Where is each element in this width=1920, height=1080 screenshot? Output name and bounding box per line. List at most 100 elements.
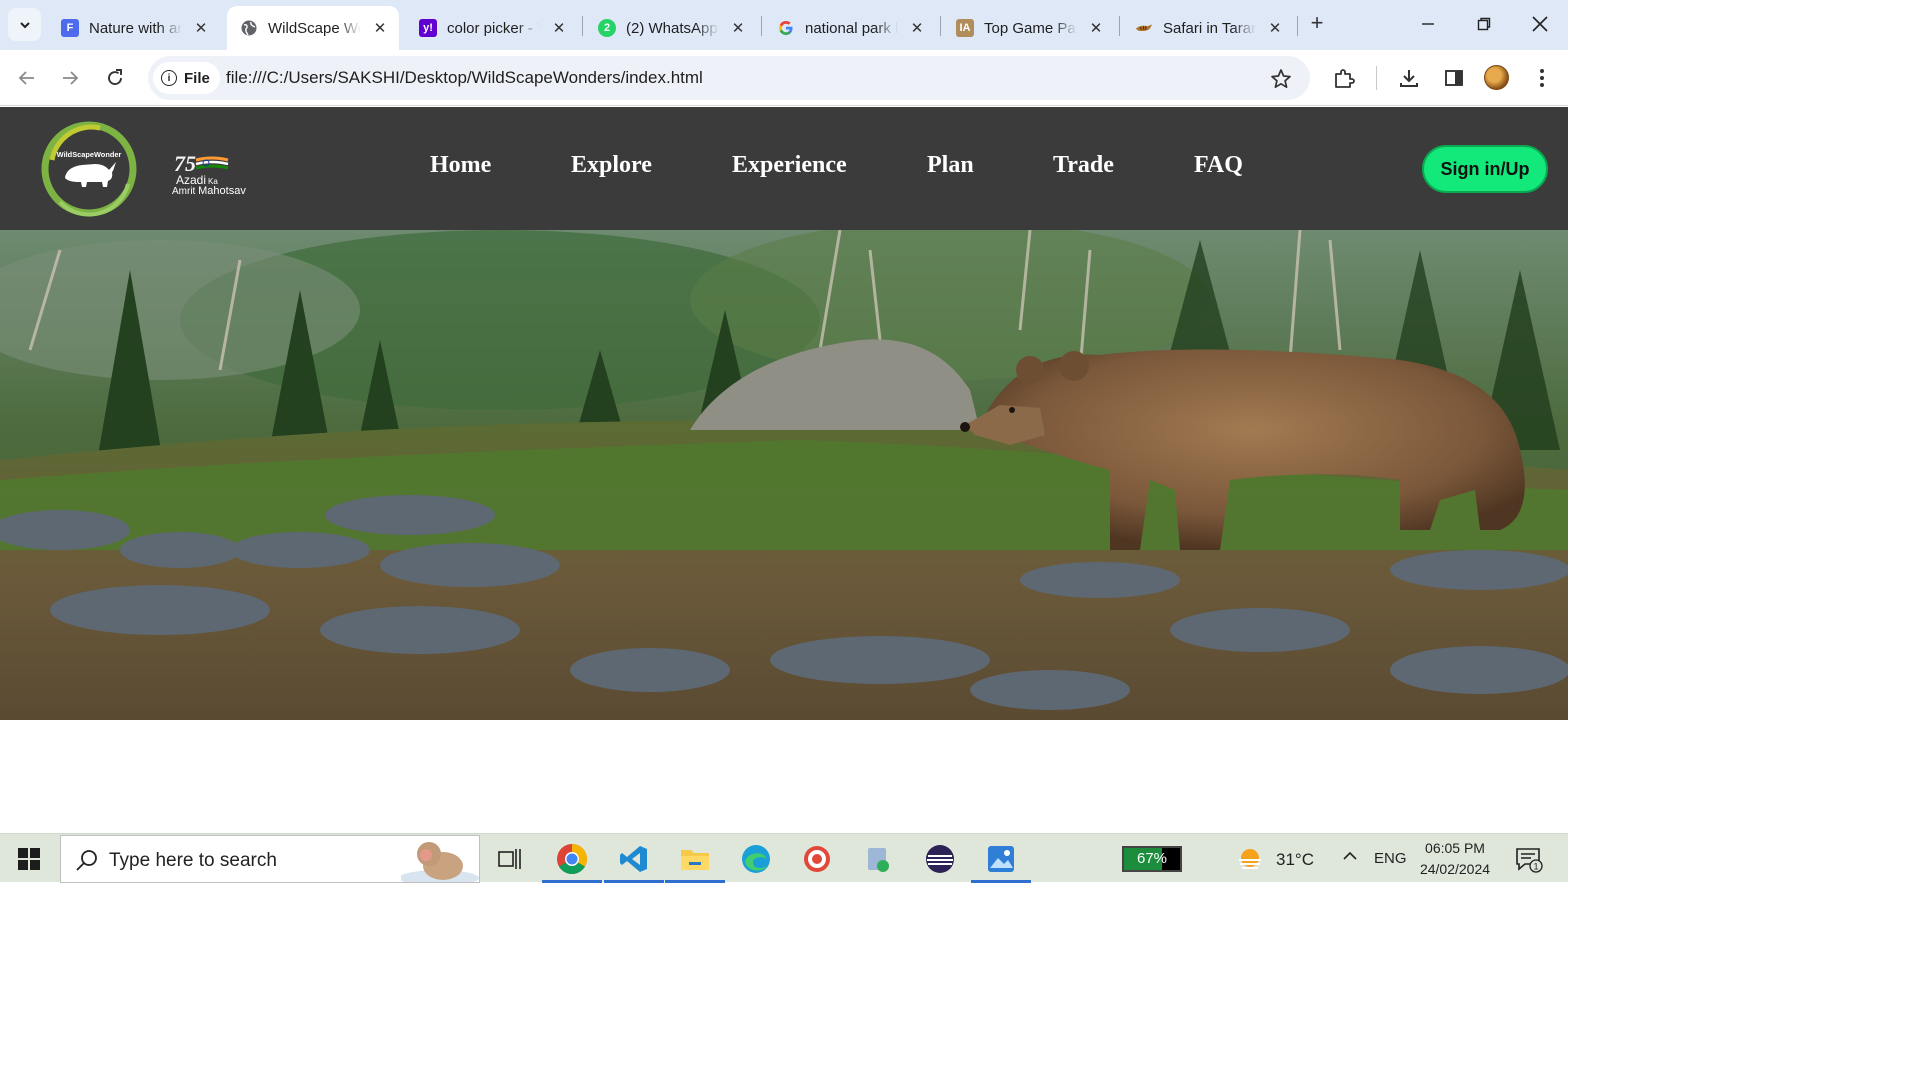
google-icon (777, 19, 795, 37)
clock[interactable]: 06:05 PM 24/02/2024 (1410, 838, 1500, 880)
nav-trade[interactable]: Trade (1053, 152, 1194, 179)
whatsapp-icon: 2 (598, 19, 616, 37)
close-icon[interactable]: ✕ (729, 19, 747, 37)
site-nav: Home Explore Experience Plan Trade FAQ (430, 152, 1274, 179)
sun-haze-icon (1239, 849, 1261, 869)
globe-icon (240, 19, 258, 37)
bookmark-star-button[interactable] (1268, 66, 1294, 92)
taskbar-photos[interactable] (971, 839, 1031, 883)
windows-logo-tile (30, 860, 40, 870)
tab-nature[interactable]: F Nature with an ✕ (48, 6, 220, 50)
nav-faq[interactable]: FAQ (1194, 152, 1274, 179)
close-icon[interactable]: ✕ (550, 19, 568, 37)
nav-home[interactable]: Home (430, 152, 571, 179)
close-icon[interactable]: ✕ (1266, 19, 1284, 37)
taskbar-vscode[interactable] (604, 839, 664, 883)
kebab-menu-icon (1540, 69, 1544, 87)
forms-icon: F (61, 19, 79, 37)
tab-top-game-parks[interactable]: IA Top Game Par ✕ (943, 6, 1115, 50)
azadi-line2: Amrit Mahotsav (172, 185, 246, 197)
close-window-button[interactable] (1526, 10, 1554, 38)
wildscape-logo[interactable]: WildScapeWonder (40, 120, 138, 218)
toolbar-divider (1376, 66, 1377, 90)
chrome-icon (557, 843, 587, 875)
reload-button[interactable] (101, 64, 129, 92)
logo-text: WildScapeWonder (57, 150, 122, 159)
restore-button[interactable] (1470, 10, 1498, 38)
profile-avatar[interactable] (1484, 65, 1509, 90)
restore-icon (1477, 17, 1491, 31)
close-icon[interactable]: ✕ (1087, 19, 1105, 37)
temperature: 31°C (1276, 850, 1314, 869)
task-view-button[interactable] (490, 839, 530, 879)
show-hidden-icons-button[interactable] (1342, 848, 1358, 868)
search-placeholder: Type here to search (109, 850, 277, 871)
windows-start-button[interactable] (18, 848, 40, 870)
close-icon[interactable]: ✕ (908, 19, 926, 37)
battery-indicator[interactable]: 67% (1122, 846, 1182, 872)
tab-title: Top Game Par (984, 19, 1077, 37)
language-indicator[interactable]: ENG (1374, 850, 1407, 867)
minimize-icon (1422, 23, 1434, 25)
site-info-chip[interactable]: i File (153, 62, 220, 94)
tab-safari[interactable]: Safari in Taran ✕ (1122, 6, 1294, 50)
address-bar[interactable]: i File file:///C:/Users/SAKSHI/Desktop/W… (148, 56, 1310, 100)
back-button[interactable] (13, 64, 41, 92)
nav-explore[interactable]: Explore (571, 152, 732, 179)
tab-title: WildScape Wo (268, 19, 361, 37)
chevron-down-icon (19, 21, 30, 28)
chevron-up-icon (1343, 851, 1357, 860)
close-icon[interactable]: ✕ (371, 19, 389, 37)
tab-title: Nature with an (89, 19, 182, 37)
notification-center-button[interactable]: 1 (1515, 846, 1543, 874)
new-tab-button[interactable]: + (1305, 12, 1329, 36)
taskbar-target-app[interactable] (797, 839, 837, 879)
taskbar-file-explorer[interactable] (665, 839, 725, 883)
reload-icon (108, 69, 122, 85)
taskbar-search-box[interactable]: Type here to search (60, 835, 480, 883)
target-icon (804, 846, 830, 872)
tab-separator (582, 16, 583, 36)
browser-menu-button[interactable] (1528, 64, 1556, 92)
tab-separator (940, 16, 941, 36)
tab-strip: F Nature with an ✕ WildScape Wo ✕ y! col… (0, 0, 1568, 50)
minimize-button[interactable] (1414, 10, 1442, 38)
star-icon (1271, 69, 1291, 89)
url-text[interactable]: file:///C:/Users/SAKSHI/Desktop/WildScap… (226, 68, 703, 88)
windows-logo-tile (18, 848, 28, 858)
tiger-icon (1135, 19, 1153, 37)
side-panel-button[interactable] (1440, 64, 1468, 92)
download-icon (1400, 70, 1418, 87)
taskbar-app-installer[interactable] (858, 839, 898, 879)
windows-taskbar: Type here to search 67% 31°C ENG 06:05 P… (0, 833, 1568, 883)
hero-image-bear (0, 230, 1568, 720)
battery-percent: 67% (1136, 850, 1168, 867)
edge-icon (742, 845, 770, 873)
yahoo-icon: y! (419, 19, 437, 37)
tab-title: (2) WhatsApp (626, 19, 718, 37)
sign-in-button[interactable]: Sign in/Up (1422, 145, 1548, 193)
weather-widget[interactable]: 31°C (1236, 846, 1314, 874)
nav-experience[interactable]: Experience (732, 152, 927, 179)
tab-search-button[interactable] (8, 8, 41, 41)
vscode-icon (620, 846, 647, 872)
taskbar-chrome[interactable] (542, 839, 602, 883)
tab-national-park[interactable]: national park l ✕ (764, 6, 936, 50)
extensions-button[interactable] (1330, 64, 1358, 92)
taskbar-edge[interactable] (736, 839, 776, 879)
taskbar-eclipse[interactable] (920, 839, 960, 879)
tab-whatsapp[interactable]: 2 (2) WhatsApp ✕ (585, 6, 757, 50)
close-icon (1532, 16, 1548, 32)
forward-button[interactable] (56, 64, 84, 92)
nav-plan[interactable]: Plan (927, 152, 1053, 179)
close-icon[interactable]: ✕ (192, 19, 210, 37)
active-app-indicator (542, 880, 602, 883)
active-app-indicator (604, 880, 664, 883)
clock-time: 06:05 PM (1425, 840, 1485, 856)
tab-color-picker[interactable]: y! color picker - Y ✕ (406, 6, 578, 50)
windows-logo-tile (18, 860, 28, 870)
tab-wildscape[interactable]: WildScape Wo ✕ (227, 6, 399, 50)
arrow-left-icon (18, 71, 34, 85)
downloads-button[interactable] (1395, 64, 1423, 92)
ia-icon: IA (956, 19, 974, 37)
